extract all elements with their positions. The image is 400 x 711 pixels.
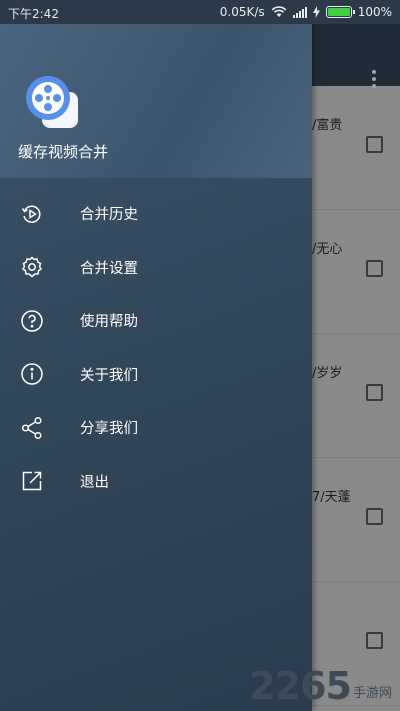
list-item-checkbox[interactable] <box>366 136 383 153</box>
menu-item-about[interactable]: 关于我们 <box>0 348 312 402</box>
status-time: 下午2:42 <box>8 7 59 21</box>
navigation-drawer: 缓存视频合并 合并历史 合并设置 使用帮助 关于我们 分享我们 退出 <box>0 0 312 711</box>
watermark-number: 2265 <box>249 664 352 708</box>
network-speed: 0.05K/s <box>219 5 265 19</box>
charging-icon <box>312 6 320 18</box>
menu-item-merge-settings[interactable]: 合并设置 <box>0 241 312 295</box>
drawer-header: 缓存视频合并 <box>0 24 312 178</box>
menu-item-label: 使用帮助 <box>80 314 138 331</box>
list-item-title: 7/天蓬 <box>312 490 351 505</box>
list-item-title: /无心 <box>312 242 343 257</box>
share-icon <box>21 416 42 439</box>
menu-item-exit[interactable]: 退出 <box>0 455 312 509</box>
menu-item-share[interactable]: 分享我们 <box>0 401 312 455</box>
list-item-checkbox[interactable] <box>366 508 383 525</box>
watermark: 2265 手游网 <box>249 667 392 705</box>
menu-item-label: 合并设置 <box>80 260 138 277</box>
battery-fill <box>327 8 350 16</box>
app-name: 缓存视频合并 <box>18 143 109 161</box>
list-item-checkbox[interactable] <box>366 632 383 649</box>
menu-item-help[interactable]: 使用帮助 <box>0 294 312 348</box>
battery-icon <box>325 6 355 18</box>
menu-item-merge-history[interactable]: 合并历史 <box>0 187 312 241</box>
menu-item-label: 退出 <box>80 474 109 491</box>
status-bar: 下午2:42 0.05K/s 100% <box>0 0 400 24</box>
exit-icon <box>22 472 42 491</box>
battery-percent: 100% <box>357 5 392 19</box>
watermark-site: 手游网 <box>352 686 392 701</box>
menu-item-label: 分享我们 <box>80 421 138 438</box>
history-play-icon <box>21 205 41 223</box>
list-item-checkbox[interactable] <box>366 384 383 401</box>
help-circle-icon <box>21 310 43 332</box>
menu-item-label: 合并历史 <box>80 207 138 224</box>
list-item-title: /富贵 <box>312 118 343 133</box>
wifi-icon <box>271 6 287 17</box>
gear-icon <box>22 256 42 278</box>
drawer-menu: 合并历史 合并设置 使用帮助 关于我们 分享我们 退出 <box>0 187 312 508</box>
menu-item-label: 关于我们 <box>80 367 138 384</box>
signal-icon <box>292 6 307 18</box>
app-logo <box>26 76 78 128</box>
info-circle-icon <box>21 363 43 385</box>
list-item-checkbox[interactable] <box>366 260 383 277</box>
list-item-title: /岁岁 <box>312 366 343 381</box>
